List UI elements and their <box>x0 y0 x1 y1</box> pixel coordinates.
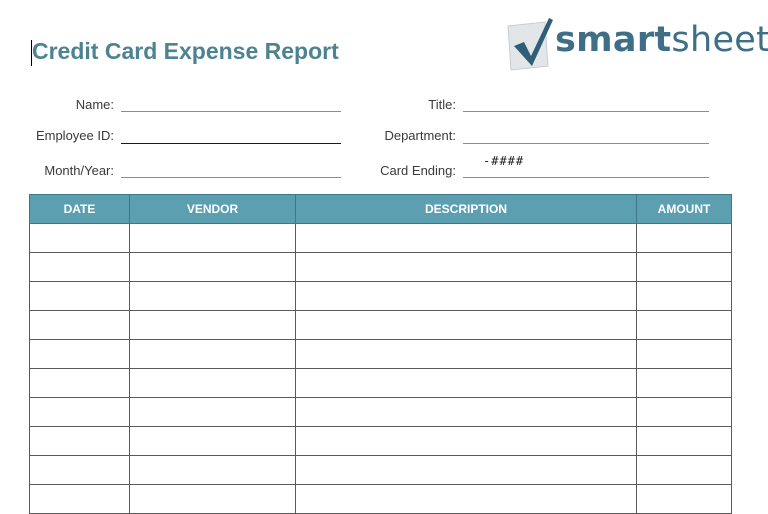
column-header-vendor: VENDOR <box>129 194 296 224</box>
date-cell[interactable] <box>29 426 130 456</box>
vendor-cell[interactable] <box>129 310 296 340</box>
card-ending-value: -#### <box>483 154 525 168</box>
amount-cell[interactable] <box>636 310 732 340</box>
employee-id-label: Employee ID: <box>35 128 114 143</box>
amount-cell[interactable] <box>636 368 732 398</box>
description-cell[interactable] <box>295 426 637 456</box>
description-cell[interactable] <box>295 455 637 485</box>
column-header-date: DATE <box>29 194 130 224</box>
amount-cell[interactable] <box>636 252 732 282</box>
employee-id-field[interactable] <box>121 143 341 144</box>
department-field[interactable] <box>463 143 709 144</box>
amount-cell[interactable] <box>636 455 732 485</box>
logo-text-regular: sheet <box>671 20 768 60</box>
title-label: Title: <box>428 97 456 112</box>
table-row <box>29 339 732 369</box>
table-row <box>29 223 732 253</box>
expense-table: DATE VENDOR DESCRIPTION AMOUNT <box>29 194 732 514</box>
table-header-row: DATE VENDOR DESCRIPTION AMOUNT <box>29 194 732 224</box>
logo-wordmark: smartsheet <box>555 20 768 60</box>
description-cell[interactable] <box>295 281 637 311</box>
vendor-cell[interactable] <box>129 426 296 456</box>
date-cell[interactable] <box>29 252 130 282</box>
table-row <box>29 455 732 485</box>
vendor-cell[interactable] <box>129 397 296 427</box>
checkmark-icon <box>507 18 553 71</box>
card-ending-label: Card Ending: <box>380 163 456 178</box>
description-cell[interactable] <box>295 484 637 514</box>
logo-text-bold: smart <box>555 20 672 60</box>
vendor-cell[interactable] <box>129 368 296 398</box>
name-label: Name: <box>75 97 114 112</box>
date-cell[interactable] <box>29 455 130 485</box>
vendor-cell[interactable] <box>129 252 296 282</box>
vendor-cell[interactable] <box>129 339 296 369</box>
date-cell[interactable] <box>29 484 130 514</box>
vendor-cell[interactable] <box>129 484 296 514</box>
table-row <box>29 484 732 514</box>
table-row <box>29 368 732 398</box>
table-row <box>29 252 732 282</box>
amount-cell[interactable] <box>636 281 732 311</box>
card-ending-field[interactable] <box>463 177 709 178</box>
name-field[interactable] <box>121 111 341 112</box>
description-cell[interactable] <box>295 252 637 282</box>
amount-cell[interactable] <box>636 484 732 514</box>
amount-cell[interactable] <box>636 426 732 456</box>
description-cell[interactable] <box>295 397 637 427</box>
amount-cell[interactable] <box>636 223 732 253</box>
vendor-cell[interactable] <box>129 223 296 253</box>
month-year-field[interactable] <box>121 177 341 178</box>
column-header-amount: AMOUNT <box>636 194 732 224</box>
date-cell[interactable] <box>29 339 130 369</box>
month-year-label: Month/Year: <box>44 163 114 178</box>
date-cell[interactable] <box>29 368 130 398</box>
table-row <box>29 310 732 340</box>
date-cell[interactable] <box>29 281 130 311</box>
table-row <box>29 281 732 311</box>
date-cell[interactable] <box>29 310 130 340</box>
column-header-description: DESCRIPTION <box>295 194 637 224</box>
amount-cell[interactable] <box>636 339 732 369</box>
vendor-cell[interactable] <box>129 455 296 485</box>
page-title: Credit Card Expense Report <box>32 38 339 64</box>
date-cell[interactable] <box>29 397 130 427</box>
description-cell[interactable] <box>295 368 637 398</box>
table-row <box>29 397 732 427</box>
department-label: Department: <box>384 128 456 143</box>
vendor-cell[interactable] <box>129 281 296 311</box>
description-cell[interactable] <box>295 339 637 369</box>
table-row <box>29 426 732 456</box>
description-cell[interactable] <box>295 223 637 253</box>
date-cell[interactable] <box>29 223 130 253</box>
title-field[interactable] <box>463 111 709 112</box>
amount-cell[interactable] <box>636 397 732 427</box>
description-cell[interactable] <box>295 310 637 340</box>
